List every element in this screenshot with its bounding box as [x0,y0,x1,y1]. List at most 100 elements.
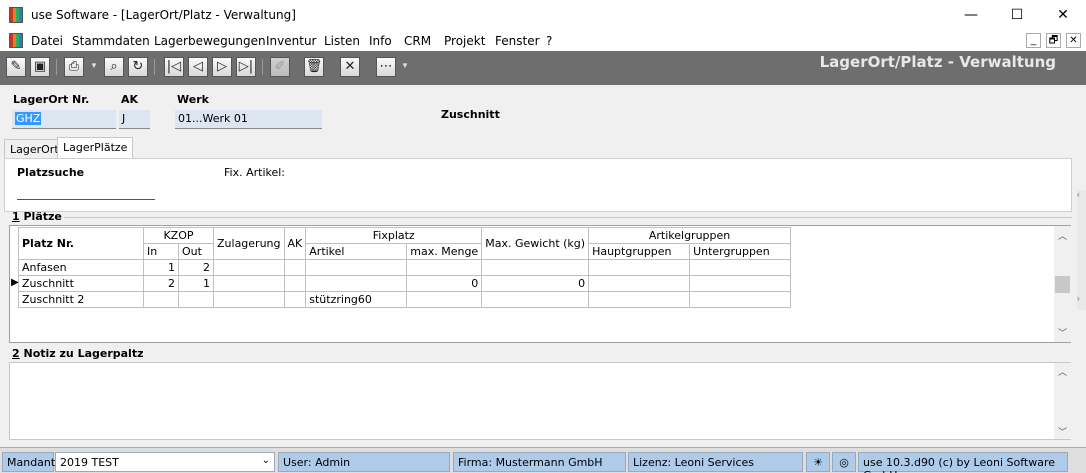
cell-zulagerung[interactable] [213,259,285,276]
cell-platz[interactable]: Anfasen [18,259,144,276]
scroll-thumb[interactable] [1055,276,1070,293]
lagerort-field[interactable]: GHZ [12,110,116,129]
header-artikelgruppen: Artikelgruppen [588,227,792,244]
cell-zulagerung[interactable] [213,291,285,308]
menu-stammdaten[interactable]: Stammdaten [72,34,150,48]
header-untergruppen[interactable]: Untergruppen [689,243,792,260]
more-icon[interactable]: ⋯ [376,57,396,77]
save-icon[interactable]: ▣ [30,57,50,77]
cell-untergruppen[interactable] [689,275,792,292]
cancel-icon[interactable]: ✕ [340,57,360,77]
current-row-marker-icon: ▶ [11,277,19,288]
pen-icon[interactable]: ✐ [270,57,290,77]
menu-fenster[interactable]: Fenster [495,34,540,48]
header-max-gewicht[interactable]: Max. Gewicht (kg) [481,227,590,260]
cell-hauptgruppen[interactable] [588,275,691,292]
table-row[interactable]: Anfasen 1 2 [18,259,792,276]
header-platz[interactable]: Platz Nr. [18,227,144,260]
cell-out[interactable]: 1 [178,275,214,292]
cell-untergruppen[interactable] [689,291,792,308]
edit-icon[interactable]: ✎ [6,57,26,77]
search-icon[interactable]: ⌕ [104,57,124,77]
menu-lagerbewegungen[interactable]: Lagerbewegungen [154,34,266,48]
network-icon[interactable]: ◎ [832,452,856,472]
scroll-up-icon[interactable]: ︿ [1054,365,1071,378]
cell-hauptgruppen[interactable] [588,291,691,308]
tab-lagerplaetze[interactable]: LagerPlätze [57,137,134,159]
next-record-icon[interactable]: ▷ [212,57,232,77]
cell-artikel[interactable]: stützring60 [305,291,408,308]
notiz-scrollbar[interactable]: ︿ ﹀ [1054,363,1071,439]
scroll-right-icon[interactable]: › [1077,294,1080,303]
tab-lagerort[interactable]: LagerOrt [4,139,65,158]
ak-field[interactable]: J [119,110,150,129]
header-zulagerung[interactable]: Zulagerung [213,227,285,260]
cell-max-gewicht[interactable]: 0 [481,275,590,292]
scroll-down-icon[interactable]: ﹀ [1054,425,1071,438]
cell-out[interactable] [178,291,214,308]
mdi-child-icon[interactable] [9,33,23,48]
cell-platz[interactable]: Zuschnitt 2 [18,291,144,308]
cell-in[interactable]: 2 [143,275,179,292]
refresh-icon[interactable]: ↻ [128,57,148,77]
table-row[interactable]: Zuschnitt 2 stützring60 [18,291,792,308]
cell-max-gewicht[interactable] [481,259,590,276]
cell-hauptgruppen[interactable] [588,259,691,276]
header-hauptgruppen[interactable]: Hauptgruppen [588,243,691,260]
header-out[interactable]: Out [178,243,214,260]
menu-projekt[interactable]: Projekt [444,34,485,48]
mdi-close-button[interactable]: ✕ [1066,33,1081,48]
more-dropdown-icon[interactable]: ▼ [401,61,409,70]
cell-ak[interactable] [283,259,307,276]
prev-record-icon[interactable]: ◁ [188,57,208,77]
cell-untergruppen[interactable] [689,259,792,276]
delete-icon[interactable]: 🗑 [304,57,324,77]
scroll-up-icon[interactable]: ︿ [1054,229,1071,242]
cell-max-gewicht[interactable] [481,291,590,308]
mdi-restore-button[interactable]: 🗗 [1046,33,1061,48]
last-record-icon[interactable]: ▷| [236,57,256,77]
header-max-menge[interactable]: max. Menge [406,243,483,260]
cell-zulagerung[interactable] [213,275,285,292]
grid-scrollbar[interactable]: ︿ ﹀ [1054,226,1071,342]
cell-in[interactable] [143,291,179,308]
notiz-textarea[interactable]: ︿ ﹀ [9,362,1071,440]
form-scrollbar[interactable]: ‹ › [1077,190,1086,310]
cell-ak[interactable] [283,275,307,292]
print-icon[interactable]: ⎙ [64,57,84,77]
menu-listen[interactable]: Listen [324,34,360,48]
chevron-down-icon[interactable]: ⌄ [262,455,270,466]
cell-ak[interactable] [283,291,307,308]
cell-artikel[interactable] [305,275,408,292]
menu-info[interactable]: Info [369,34,392,48]
cell-max-menge[interactable] [406,259,483,276]
platzsuche-input[interactable] [17,184,155,200]
mandant-select[interactable]: 2019 TEST ⌄ [55,452,275,472]
menu-help[interactable]: ? [546,34,552,48]
scroll-down-icon[interactable]: ﹀ [1054,326,1071,339]
menu-bar: Datei Stammdaten Lagerbewegungen Inventu… [0,31,1086,51]
menu-crm[interactable]: CRM [404,34,431,48]
first-record-icon[interactable]: |◁ [164,57,184,77]
mdi-minimize-button[interactable]: _ [1026,33,1041,48]
table-row[interactable]: Zuschnitt 2 1 0 0 [18,275,792,292]
cell-out[interactable]: 2 [178,259,214,276]
minimize-button[interactable]: — [948,0,994,31]
cell-max-menge[interactable]: 0 [406,275,483,292]
maximize-button[interactable]: ☐ [994,0,1040,31]
cell-max-menge[interactable] [406,291,483,308]
cell-artikel[interactable] [305,259,408,276]
cell-in[interactable]: 1 [143,259,179,276]
header-ak[interactable]: AK [283,227,307,260]
menu-datei[interactable]: Datei [31,34,63,48]
scroll-left-icon[interactable]: ‹ [1077,190,1080,199]
header-artikel[interactable]: Artikel [305,243,408,260]
menu-inventur[interactable]: Inventur [266,34,316,48]
werk-field[interactable]: 01...Werk 01 [175,110,322,129]
close-button[interactable]: ✕ [1040,0,1086,31]
print-dropdown-icon[interactable]: ▼ [90,61,98,70]
cell-platz[interactable]: Zuschnitt [18,275,144,292]
sun-icon[interactable]: ☀ [806,452,830,472]
tab-panel: Platzsuche Fix. Artikel: [4,158,1072,212]
header-in[interactable]: In [143,243,179,260]
